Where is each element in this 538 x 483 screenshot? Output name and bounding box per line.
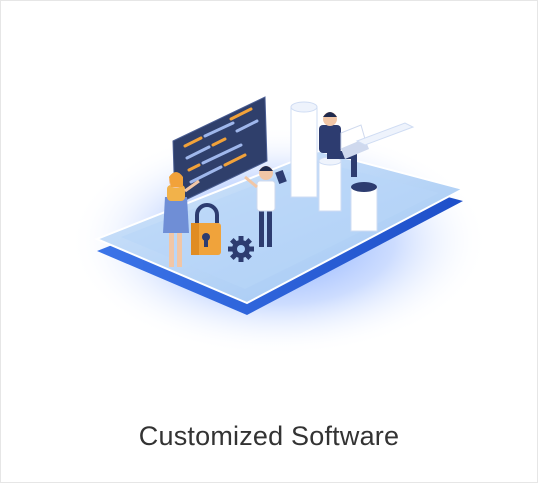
gear-icon [228,236,254,262]
card-caption: Customized Software [138,421,400,451]
service-card[interactable]: Customized Software [0,0,538,483]
floating-panel [355,122,415,146]
customized-software-illustration [69,96,489,356]
